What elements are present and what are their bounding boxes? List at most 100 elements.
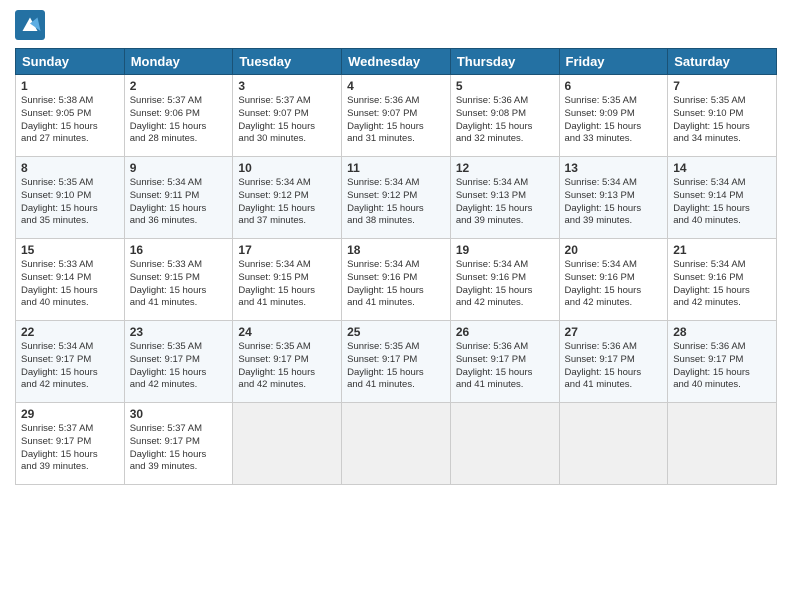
cell-info-line: Sunrise: 5:36 AM xyxy=(565,341,663,354)
week-row-3: 15Sunrise: 5:33 AMSunset: 9:14 PMDayligh… xyxy=(16,239,777,321)
day-number: 9 xyxy=(130,161,228,175)
cell-info-line: Sunrise: 5:36 AM xyxy=(347,95,445,108)
day-number: 5 xyxy=(456,79,554,93)
cell-info-line: Sunrise: 5:38 AM xyxy=(21,95,119,108)
day-number: 12 xyxy=(456,161,554,175)
cell-info-line: Sunset: 9:17 PM xyxy=(456,354,554,367)
week-row-2: 8Sunrise: 5:35 AMSunset: 9:10 PMDaylight… xyxy=(16,157,777,239)
cell-info-line: Sunrise: 5:34 AM xyxy=(673,259,771,272)
cell-info-line: Daylight: 15 hours xyxy=(21,203,119,216)
cell-info-line: Sunset: 9:17 PM xyxy=(130,436,228,449)
cell-info-line: Sunset: 9:16 PM xyxy=(673,272,771,285)
logo xyxy=(15,10,47,40)
cell-info-line: Sunset: 9:17 PM xyxy=(130,354,228,367)
calendar-cell xyxy=(559,403,668,485)
cell-info-line: Sunset: 9:17 PM xyxy=(238,354,336,367)
cell-info-line: Daylight: 15 hours xyxy=(21,285,119,298)
cell-info-line: Sunset: 9:15 PM xyxy=(130,272,228,285)
cell-info-line: and 42 minutes. xyxy=(238,379,336,392)
cell-info-line: Sunset: 9:10 PM xyxy=(673,108,771,121)
day-number: 13 xyxy=(565,161,663,175)
cell-info-line: and 41 minutes. xyxy=(456,379,554,392)
day-number: 14 xyxy=(673,161,771,175)
day-number: 7 xyxy=(673,79,771,93)
day-number: 25 xyxy=(347,325,445,339)
cell-info-line: Sunset: 9:05 PM xyxy=(21,108,119,121)
cell-info-line: Sunrise: 5:35 AM xyxy=(565,95,663,108)
day-number: 11 xyxy=(347,161,445,175)
day-number: 24 xyxy=(238,325,336,339)
day-number: 26 xyxy=(456,325,554,339)
day-number: 30 xyxy=(130,407,228,421)
logo-icon xyxy=(15,10,45,40)
cell-info-line: Sunset: 9:10 PM xyxy=(21,190,119,203)
cell-info-line: and 36 minutes. xyxy=(130,215,228,228)
cell-info-line: Sunrise: 5:35 AM xyxy=(238,341,336,354)
cell-info-line: Daylight: 15 hours xyxy=(238,367,336,380)
calendar-cell: 13Sunrise: 5:34 AMSunset: 9:13 PMDayligh… xyxy=(559,157,668,239)
cell-info-line: Daylight: 15 hours xyxy=(456,367,554,380)
calendar-cell: 23Sunrise: 5:35 AMSunset: 9:17 PMDayligh… xyxy=(124,321,233,403)
cell-info-line: Daylight: 15 hours xyxy=(673,121,771,134)
cell-info-line: and 42 minutes. xyxy=(456,297,554,310)
cell-info-line: Sunset: 9:13 PM xyxy=(565,190,663,203)
cell-info-line: and 31 minutes. xyxy=(347,133,445,146)
calendar-cell: 29Sunrise: 5:37 AMSunset: 9:17 PMDayligh… xyxy=(16,403,125,485)
calendar-cell xyxy=(233,403,342,485)
cell-info-line: Sunrise: 5:34 AM xyxy=(21,341,119,354)
week-row-4: 22Sunrise: 5:34 AMSunset: 9:17 PMDayligh… xyxy=(16,321,777,403)
calendar-header-row: SundayMondayTuesdayWednesdayThursdayFrid… xyxy=(16,49,777,75)
day-number: 23 xyxy=(130,325,228,339)
day-header-saturday: Saturday xyxy=(668,49,777,75)
day-number: 4 xyxy=(347,79,445,93)
cell-info-line: Daylight: 15 hours xyxy=(565,285,663,298)
cell-info-line: and 30 minutes. xyxy=(238,133,336,146)
day-header-wednesday: Wednesday xyxy=(342,49,451,75)
cell-info-line: Sunrise: 5:34 AM xyxy=(130,177,228,190)
day-number: 10 xyxy=(238,161,336,175)
calendar-cell: 2Sunrise: 5:37 AMSunset: 9:06 PMDaylight… xyxy=(124,75,233,157)
cell-info-line: and 37 minutes. xyxy=(238,215,336,228)
cell-info-line: Daylight: 15 hours xyxy=(673,367,771,380)
calendar-table: SundayMondayTuesdayWednesdayThursdayFrid… xyxy=(15,48,777,485)
cell-info-line: Daylight: 15 hours xyxy=(456,285,554,298)
cell-info-line: and 41 minutes. xyxy=(347,297,445,310)
week-row-1: 1Sunrise: 5:38 AMSunset: 9:05 PMDaylight… xyxy=(16,75,777,157)
cell-info-line: Daylight: 15 hours xyxy=(238,203,336,216)
cell-info-line: Daylight: 15 hours xyxy=(21,449,119,462)
calendar-cell: 4Sunrise: 5:36 AMSunset: 9:07 PMDaylight… xyxy=(342,75,451,157)
cell-info-line: Sunrise: 5:33 AM xyxy=(130,259,228,272)
day-number: 15 xyxy=(21,243,119,257)
calendar-cell: 6Sunrise: 5:35 AMSunset: 9:09 PMDaylight… xyxy=(559,75,668,157)
day-number: 27 xyxy=(565,325,663,339)
cell-info-line: Daylight: 15 hours xyxy=(238,121,336,134)
day-number: 21 xyxy=(673,243,771,257)
calendar-cell: 8Sunrise: 5:35 AMSunset: 9:10 PMDaylight… xyxy=(16,157,125,239)
calendar-cell: 10Sunrise: 5:34 AMSunset: 9:12 PMDayligh… xyxy=(233,157,342,239)
cell-info-line: Sunrise: 5:34 AM xyxy=(456,177,554,190)
cell-info-line: Daylight: 15 hours xyxy=(456,203,554,216)
day-number: 8 xyxy=(21,161,119,175)
cell-info-line: and 39 minutes. xyxy=(456,215,554,228)
cell-info-line: Sunrise: 5:34 AM xyxy=(238,259,336,272)
cell-info-line: Sunrise: 5:36 AM xyxy=(456,341,554,354)
cell-info-line: Sunrise: 5:34 AM xyxy=(347,259,445,272)
day-number: 29 xyxy=(21,407,119,421)
calendar-cell: 5Sunrise: 5:36 AMSunset: 9:08 PMDaylight… xyxy=(450,75,559,157)
cell-info-line: Sunset: 9:14 PM xyxy=(21,272,119,285)
calendar-cell: 25Sunrise: 5:35 AMSunset: 9:17 PMDayligh… xyxy=(342,321,451,403)
day-number: 16 xyxy=(130,243,228,257)
header xyxy=(15,10,777,40)
cell-info-line: Daylight: 15 hours xyxy=(238,285,336,298)
cell-info-line: Daylight: 15 hours xyxy=(130,449,228,462)
week-row-5: 29Sunrise: 5:37 AMSunset: 9:17 PMDayligh… xyxy=(16,403,777,485)
cell-info-line: Sunset: 9:14 PM xyxy=(673,190,771,203)
cell-info-line: Sunrise: 5:34 AM xyxy=(238,177,336,190)
cell-info-line: Sunset: 9:11 PM xyxy=(130,190,228,203)
cell-info-line: and 42 minutes. xyxy=(21,379,119,392)
cell-info-line: Sunset: 9:08 PM xyxy=(456,108,554,121)
cell-info-line: Daylight: 15 hours xyxy=(21,121,119,134)
cell-info-line: Daylight: 15 hours xyxy=(347,121,445,134)
cell-info-line: Sunset: 9:09 PM xyxy=(565,108,663,121)
cell-info-line: Sunset: 9:17 PM xyxy=(673,354,771,367)
